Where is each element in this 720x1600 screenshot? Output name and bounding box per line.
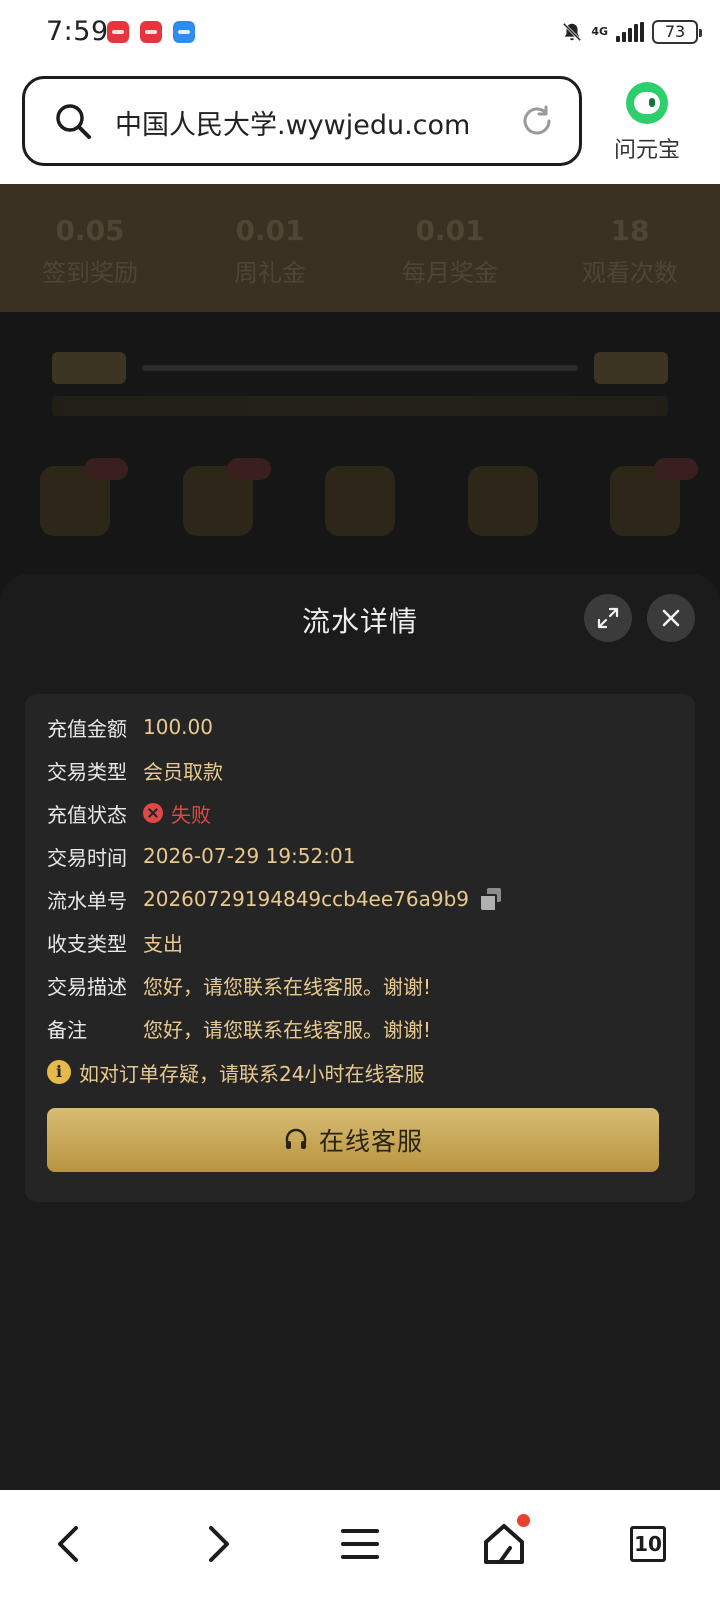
system-icons: 4G 73 xyxy=(561,18,702,46)
chevron-left-icon xyxy=(58,1526,78,1562)
vip-progress xyxy=(52,352,668,384)
search-icon xyxy=(56,104,91,139)
menu-button[interactable] xyxy=(336,1520,384,1568)
status-value: 失败 xyxy=(171,802,211,827)
home-button[interactable] xyxy=(480,1514,530,1568)
assistant-label: 问元宝 xyxy=(613,138,680,163)
field-transaction-time: 交易时间 2026-07-29 19:52:01 xyxy=(47,844,356,870)
browser-toolbar: 中国人民大学.wywjedu.com 问元宝 xyxy=(0,64,720,184)
app-notification-icon xyxy=(107,21,129,43)
status-bar: 7:59 4G 73 xyxy=(0,0,720,64)
stats-strip: 0.05 签到奖励 0.01 周礼金 0.01 每月奖金 18 观看次数 xyxy=(0,184,720,312)
fail-icon xyxy=(143,803,163,823)
close-button[interactable] xyxy=(647,594,695,642)
calendar-icon xyxy=(325,466,395,536)
field-recharge-status: 充值状态 失败 xyxy=(47,798,211,828)
browser-bottom-nav: 10 xyxy=(0,1490,720,1600)
bell-muted-icon xyxy=(563,22,582,42)
online-support-button[interactable]: 在线客服 xyxy=(47,1108,659,1172)
tabs-count: 10 xyxy=(630,1526,666,1562)
forward-button[interactable] xyxy=(193,1520,241,1568)
assistant-logo-icon xyxy=(626,82,668,124)
chevron-right-icon xyxy=(209,1526,229,1562)
shortcut-row xyxy=(40,458,698,536)
signal-icon xyxy=(616,22,644,42)
status-time: 7:59 xyxy=(46,16,109,47)
field-recharge-amount: 充值金额 100.00 xyxy=(47,715,213,741)
home-icon xyxy=(484,1524,524,1564)
close-icon xyxy=(662,609,680,627)
info-icon: i xyxy=(47,1060,71,1084)
reload-icon[interactable] xyxy=(519,103,555,139)
back-button[interactable] xyxy=(46,1520,94,1568)
stat-item: 0.05 签到奖励 xyxy=(42,214,138,287)
document-icon xyxy=(182,458,271,536)
url-text[interactable]: 中国人民大学.wywjedu.com xyxy=(115,103,470,142)
expand-icon xyxy=(597,607,619,629)
stat-item: 18 观看次数 xyxy=(582,214,678,287)
weather-notification-icon xyxy=(173,21,195,43)
headset-icon xyxy=(285,1128,307,1149)
field-income-expense: 收支类型 支出 xyxy=(47,931,183,956)
vip-level-tag xyxy=(52,352,126,384)
stat-item: 0.01 周礼金 xyxy=(234,214,306,287)
network-type: 4G xyxy=(591,25,608,38)
expand-button[interactable] xyxy=(584,594,632,642)
battery-indicator: 73 xyxy=(652,20,702,44)
support-notice: i 如对订单存疑，请联系24小时在线客服 xyxy=(47,1058,424,1086)
copy-icon[interactable] xyxy=(481,888,503,910)
vip-level-tag xyxy=(594,352,668,384)
transaction-detail-sheet: 流水详情 充值金额 100.00 交易类型 会员取款 充值状态 失败 交易时间 … xyxy=(0,574,720,1490)
field-description: 交易描述 您好，请您联系在线客服。谢谢! xyxy=(47,974,432,999)
menu-icon xyxy=(341,1529,379,1559)
vip-progress-track xyxy=(142,365,578,371)
field-remark: 备注 您好，请您联系在线客服。谢谢! xyxy=(47,1017,432,1042)
stat-item: 0.01 每月奖金 xyxy=(402,214,498,287)
tabs-button[interactable]: 10 xyxy=(624,1520,672,1568)
app-notification-icon xyxy=(140,21,162,43)
field-transaction-type: 交易类型 会员取款 xyxy=(47,759,223,784)
field-serial-number: 流水单号 20260729194849ccb4ee76a9b9 xyxy=(47,884,503,914)
address-bar[interactable]: 中国人民大学.wywjedu.com xyxy=(22,76,582,166)
red-packet-icon xyxy=(467,466,538,536)
ai-assistant-button[interactable]: 问元宝 xyxy=(604,82,690,164)
detail-card: 充值金额 100.00 交易类型 会员取款 充值状态 失败 交易时间 2026-… xyxy=(25,694,695,1202)
gift-icon xyxy=(610,458,698,536)
vip-note xyxy=(52,396,668,416)
bell-icon xyxy=(40,458,128,536)
notification-dot xyxy=(517,1514,530,1527)
